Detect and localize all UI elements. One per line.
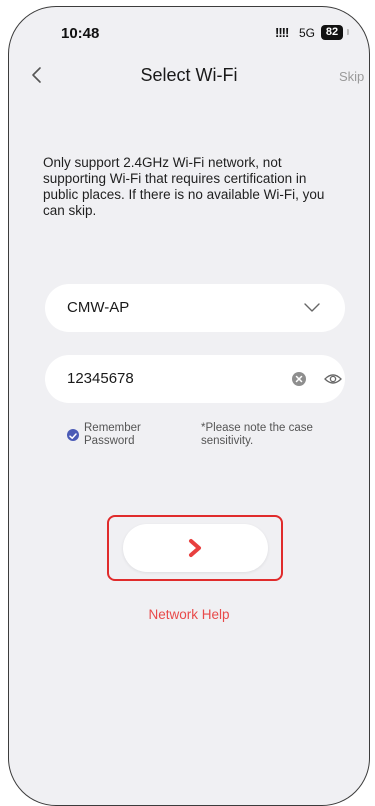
remember-label-line1: Remember <box>84 422 141 434</box>
status-bar: 10:48 !!!! 5G 82 <box>9 7 369 53</box>
clear-icon[interactable] <box>291 371 307 387</box>
chevron-right-icon <box>189 539 201 557</box>
status-time: 10:48 <box>61 25 100 42</box>
page-title: Select Wi-Fi <box>140 65 238 85</box>
battery-tip <box>347 29 349 35</box>
remember-label-line2: Password <box>84 435 135 447</box>
case-note-line2: sensitivity. <box>201 435 254 447</box>
phone-screen: 10:48 !!!! 5G 82 Select Wi-Fi Skip Only … <box>8 6 370 806</box>
info-text: Only support 2.4GHz Wi-Fi network, not s… <box>43 155 325 218</box>
password-value[interactable]: 12345678 <box>67 370 134 387</box>
next-button[interactable] <box>123 524 268 572</box>
check-icon <box>69 433 77 439</box>
nav-bar: Select Wi-Fi Skip <box>9 55 369 95</box>
chevron-down-icon[interactable] <box>303 300 321 314</box>
network-type: 5G <box>299 26 316 40</box>
case-note-line1: *Please note the case <box>201 422 313 434</box>
signal-icon: !!!! <box>275 25 289 40</box>
case-sensitivity-note: *Please note the case sensitivity. <box>201 422 351 448</box>
remember-password-checkbox[interactable] <box>67 429 79 441</box>
remember-password-label[interactable]: Remember Password <box>84 422 164 448</box>
network-help-link[interactable]: Network Help <box>9 607 369 622</box>
battery-icon: 82 <box>321 25 343 40</box>
password-field[interactable]: 12345678 <box>45 355 345 403</box>
wifi-name-value: CMW-AP <box>67 299 130 316</box>
wifi-name-select[interactable]: CMW-AP <box>45 284 345 332</box>
skip-button[interactable]: Skip <box>339 69 364 84</box>
eye-icon[interactable] <box>323 370 343 388</box>
